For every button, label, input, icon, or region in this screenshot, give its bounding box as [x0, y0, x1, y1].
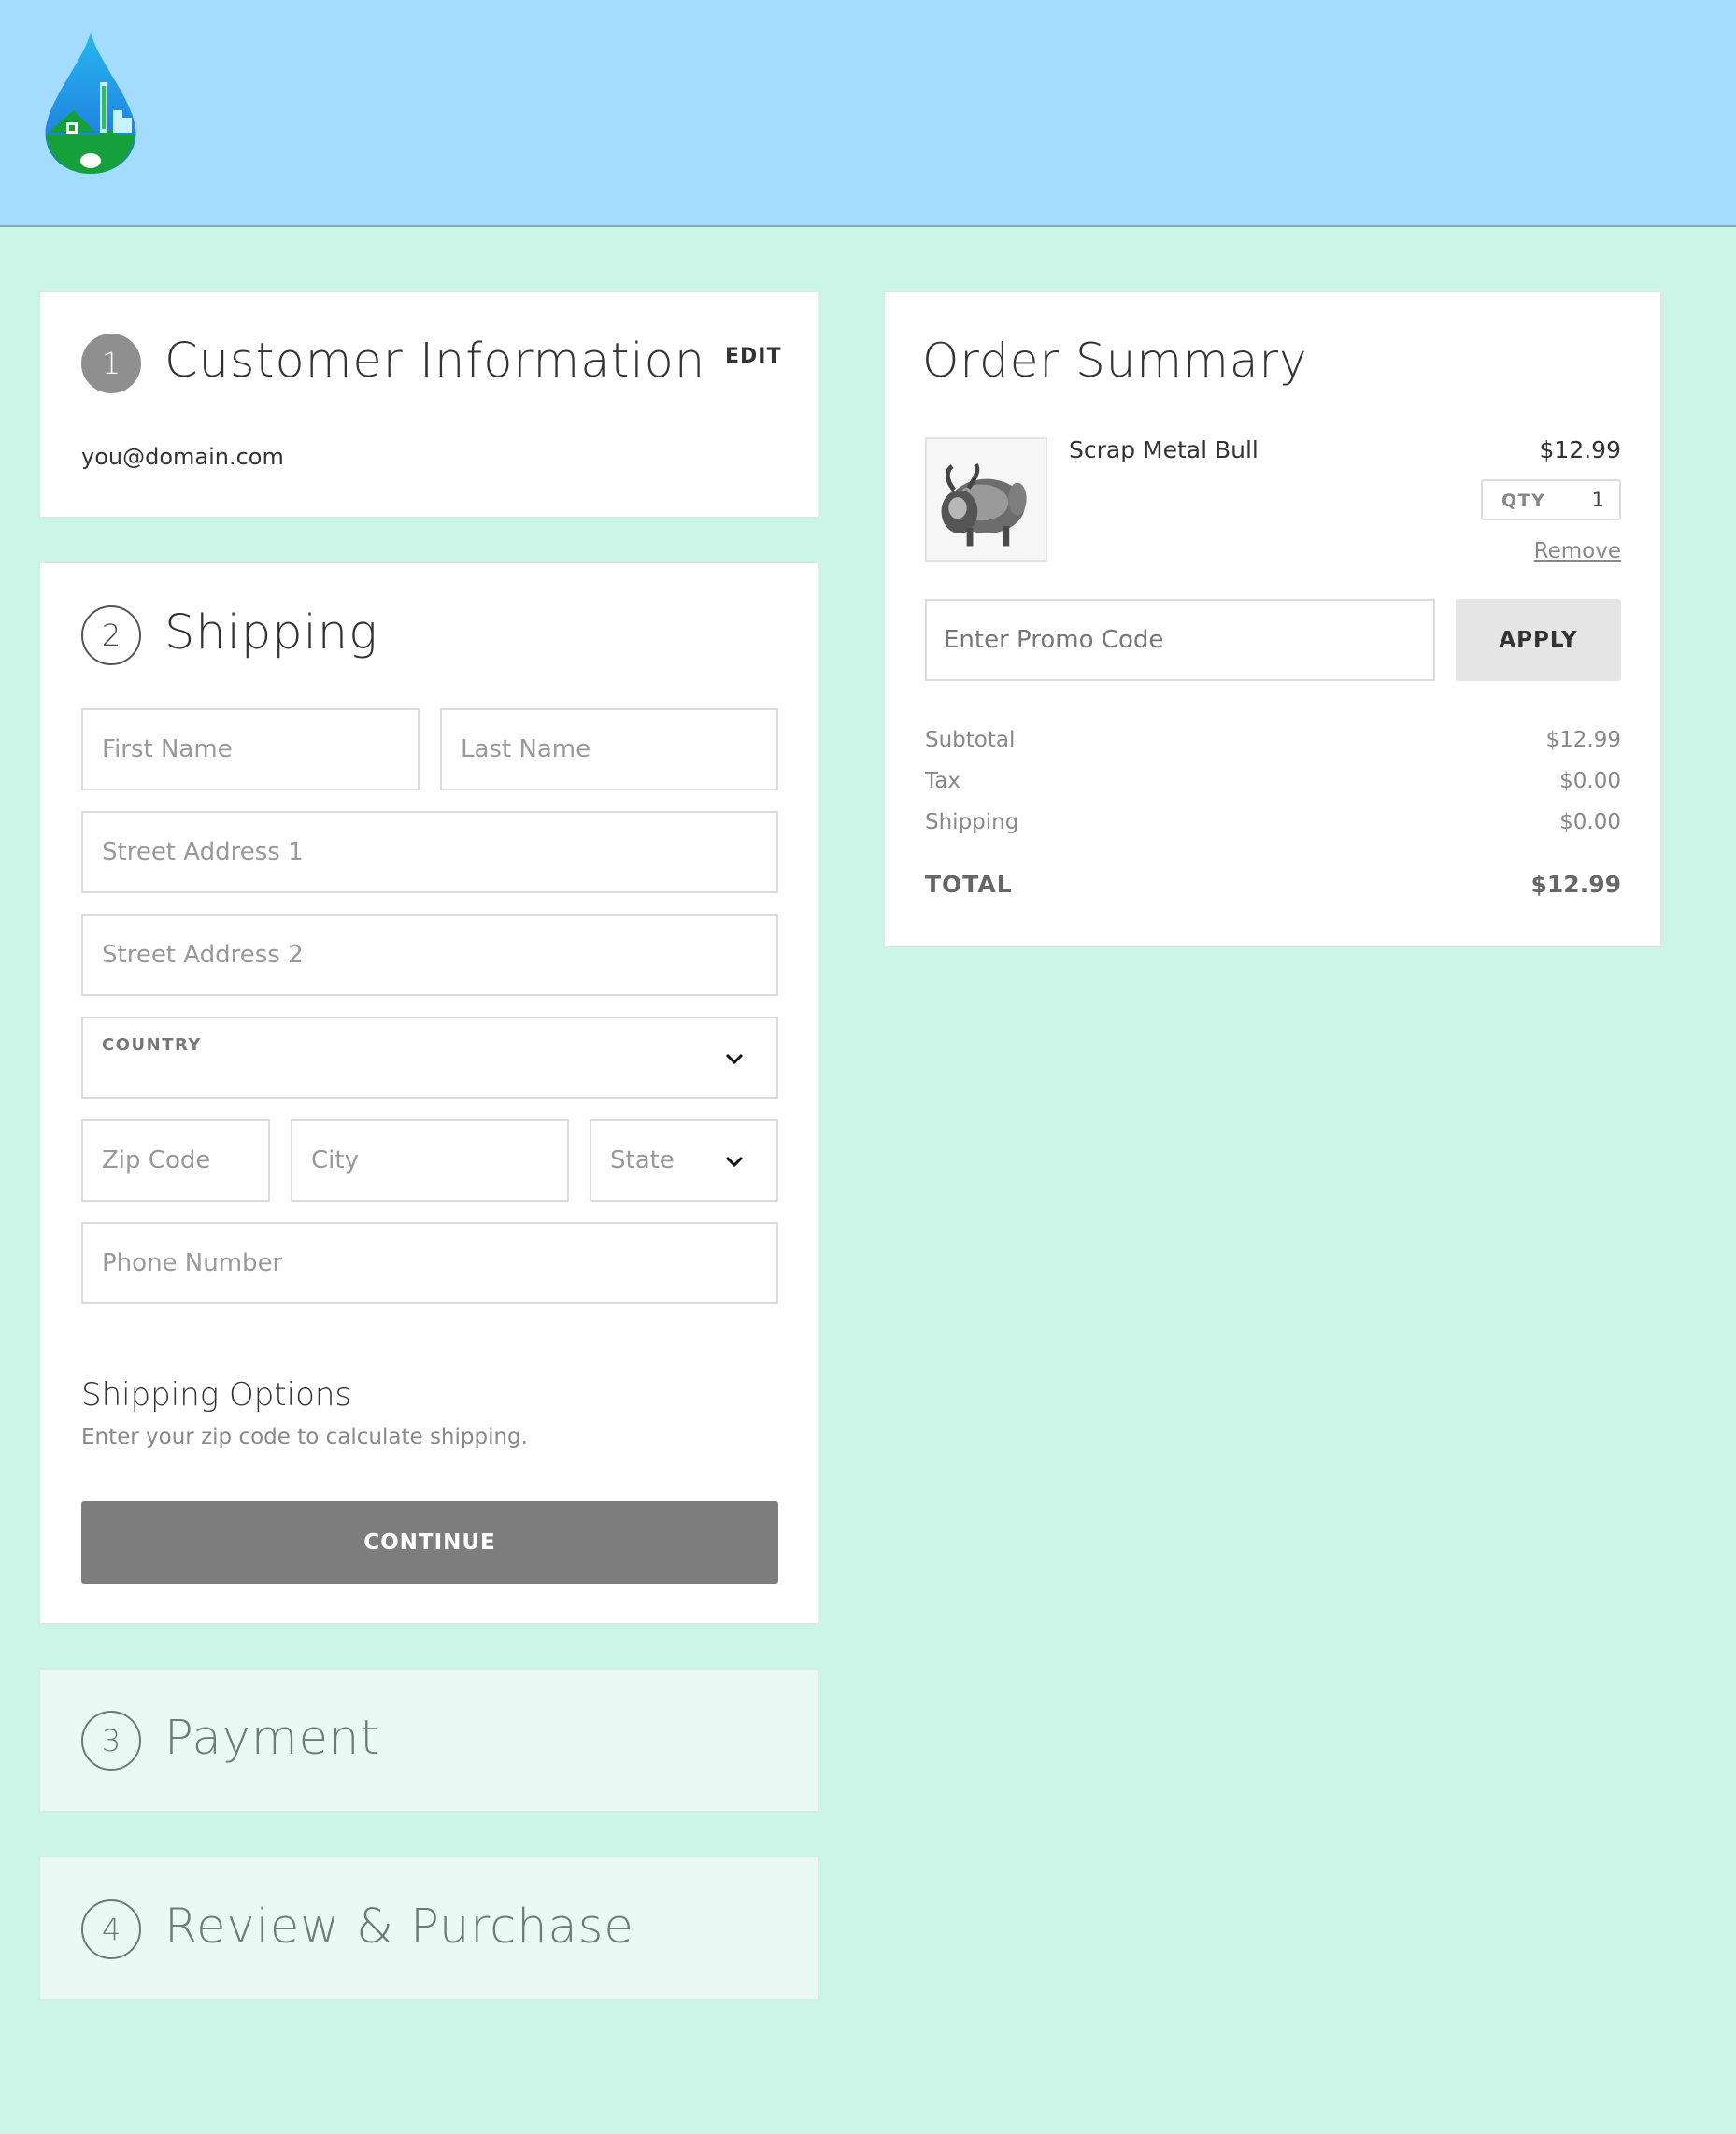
remove-item-link[interactable]: Remove: [1534, 539, 1621, 563]
order-summary-card: Order Summary Scrap Metal Bull $12.99 QT…: [883, 291, 1662, 948]
state-select[interactable]: State: [590, 1119, 778, 1202]
zip-code-field[interactable]: [81, 1119, 270, 1202]
metal-bull-image-icon: [927, 439, 1046, 560]
total-label: TOTAL: [925, 871, 1013, 898]
phone-number-input[interactable]: [83, 1224, 776, 1302]
payment-card[interactable]: 3 Payment: [38, 1668, 819, 1813]
promo-code-input[interactable]: [927, 601, 1433, 679]
tax-value: $0.00: [1559, 769, 1621, 793]
customer-information-title: Customer Information: [164, 334, 706, 389]
product-name: Scrap Metal Bull: [1069, 436, 1259, 463]
shipping-title: Shipping: [164, 605, 378, 661]
state-label: State: [610, 1146, 675, 1174]
country-select[interactable]: COUNTRY: [81, 1017, 778, 1099]
promo-code-field[interactable]: [925, 599, 1435, 681]
city-input[interactable]: [292, 1121, 567, 1200]
step-number-2: 2: [81, 605, 141, 665]
apply-promo-button[interactable]: APPLY: [1456, 599, 1621, 681]
subtotal-label: Subtotal: [925, 728, 1016, 752]
total-value: $12.99: [1530, 871, 1621, 898]
street-address-2-input[interactable]: [83, 916, 776, 994]
phone-number-field[interactable]: [81, 1222, 778, 1304]
chevron-down-icon: [725, 1156, 744, 1168]
tax-label: Tax: [925, 769, 960, 793]
review-purchase-card[interactable]: 4 Review & Purchase: [38, 1856, 819, 2001]
last-name-input[interactable]: [442, 710, 776, 789]
subtotal-value: $12.99: [1545, 728, 1621, 752]
zip-code-input[interactable]: [83, 1121, 268, 1200]
review-purchase-title: Review & Purchase: [164, 1899, 634, 1955]
country-label: COUNTRY: [102, 1035, 202, 1055]
edit-customer-info-link[interactable]: EDIT: [725, 345, 781, 368]
qty-label: QTY: [1501, 491, 1546, 511]
step-number-1: 1: [81, 334, 141, 393]
last-name-field[interactable]: [440, 708, 778, 790]
street-address-2-field[interactable]: [81, 914, 778, 996]
step-number-3: 3: [81, 1711, 141, 1771]
customer-information-card: 1 Customer Information EDIT you@domain.c…: [38, 291, 819, 519]
first-name-input[interactable]: [83, 710, 418, 789]
product-thumbnail: [925, 437, 1047, 562]
street-address-1-field[interactable]: [81, 811, 778, 893]
site-header: [0, 0, 1736, 227]
city-field[interactable]: [291, 1119, 569, 1202]
product-price: $12.99: [1539, 436, 1621, 463]
water-drop-house-logo-icon[interactable]: [42, 30, 140, 176]
order-summary-title: Order Summary: [922, 334, 1308, 388]
shipping-options-heading: Shipping Options: [81, 1376, 352, 1414]
step-number-4: 4: [81, 1899, 141, 1959]
shipping-cost-value: $0.00: [1559, 810, 1621, 834]
shipping-options-hint: Enter your zip code to calculate shippin…: [81, 1425, 528, 1449]
customer-email: you@domain.com: [81, 444, 284, 470]
shipping-cost-label: Shipping: [925, 810, 1019, 834]
quantity-field[interactable]: QTY 1: [1481, 479, 1621, 520]
qty-value[interactable]: 1: [1592, 489, 1604, 511]
shipping-card: 2 Shipping COUNTRY State Shipping Option…: [38, 562, 819, 1625]
first-name-field[interactable]: [81, 708, 420, 790]
street-address-1-input[interactable]: [83, 813, 776, 891]
continue-button[interactable]: CONTINUE: [81, 1501, 778, 1584]
payment-title: Payment: [164, 1711, 380, 1766]
chevron-down-icon: [725, 1053, 744, 1065]
